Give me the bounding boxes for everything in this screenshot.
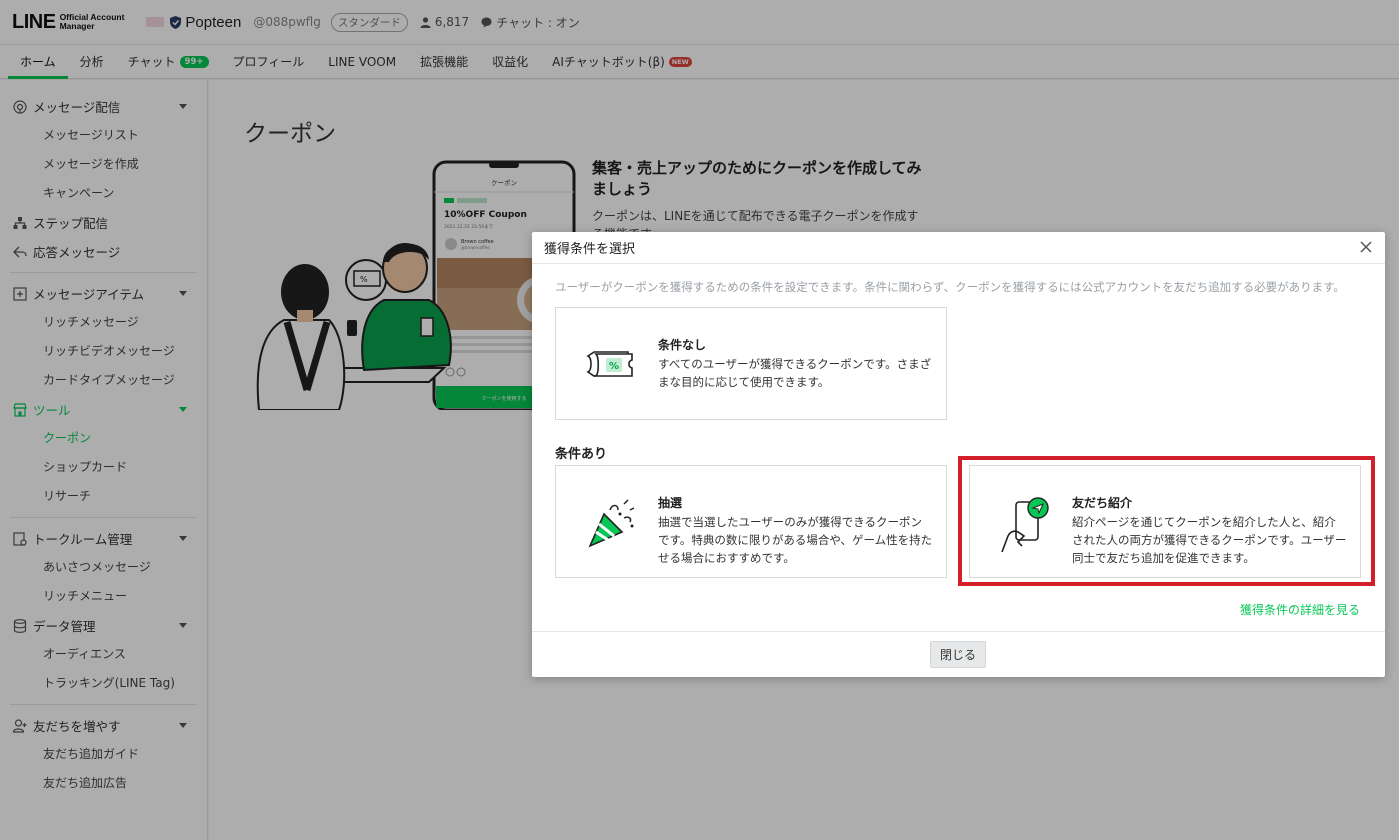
modal-footer: 閉じる <box>532 631 1385 677</box>
option-no-condition-title: 条件なし <box>658 338 707 352</box>
option-lottery-desc: 抽選で当選したユーザーのみが獲得できるクーポンです。特典の数に限りがある場合や、… <box>658 515 933 565</box>
option-no-condition-desc: すべてのユーザーが獲得できるクーポンです。さまざまな目的に応じて使用できます。 <box>658 357 932 389</box>
coupon-ticket-icon: % <box>586 351 633 377</box>
option-lottery-title: 抽選 <box>658 496 683 510</box>
option-friend-referral-desc: 紹介ページを通じてクーポンを紹介した人と、紹介された人の両方が獲得できるクーポン… <box>1072 515 1347 565</box>
option-friend-referral[interactable]: 友だち紹介 紹介ページを通じてクーポンを紹介した人と、紹介された人の両方が獲得で… <box>969 465 1361 578</box>
modal-title: 獲得条件を選択 <box>544 242 636 257</box>
close-button[interactable]: 閉じる <box>930 641 986 668</box>
close-icon[interactable] <box>1359 240 1373 254</box>
condition-details-link[interactable]: 獲得条件の詳細を見る <box>1240 601 1360 618</box>
condition-select-modal: 獲得条件を選択 ユーザーがクーポンを獲得するための条件を設定できます。条件に関わ… <box>532 232 1385 677</box>
modal-header: 獲得条件を選択 <box>532 232 1385 264</box>
svg-text:%: % <box>609 361 619 372</box>
party-popper-icon <box>588 499 635 548</box>
option-no-condition[interactable]: % 条件なし すべてのユーザーが獲得できるクーポンです。さまざまな目的に応じて使… <box>555 307 947 420</box>
modal-description: ユーザーがクーポンを獲得するための条件を設定できます。条件に関わらず、クーポンを… <box>555 280 1345 294</box>
with-condition-label: 条件あり <box>555 447 608 462</box>
option-lottery[interactable]: 抽選 抽選で当選したユーザーのみが獲得できるクーポンです。特典の数に限りがある場… <box>555 465 947 578</box>
option-friend-referral-title: 友だち紹介 <box>1072 496 1133 510</box>
phone-referral-icon <box>1001 497 1049 552</box>
